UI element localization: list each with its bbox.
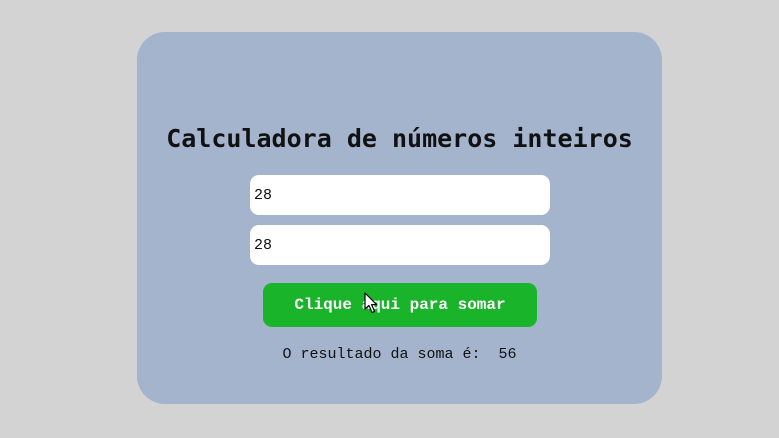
calculator-card: Calculadora de números inteiros Clique a… (137, 32, 662, 404)
sum-button[interactable]: Clique aqui para somar (263, 283, 537, 327)
second-number-input[interactable] (250, 225, 550, 265)
result-value: 56 (498, 346, 517, 363)
page: Calculadora de números inteiros Clique a… (0, 0, 779, 438)
page-title: Calculadora de números inteiros (166, 124, 633, 153)
result-text: O resultado da soma é: 56 (137, 346, 662, 363)
first-number-input[interactable] (250, 175, 550, 215)
result-label: O resultado da soma é: (282, 346, 481, 363)
